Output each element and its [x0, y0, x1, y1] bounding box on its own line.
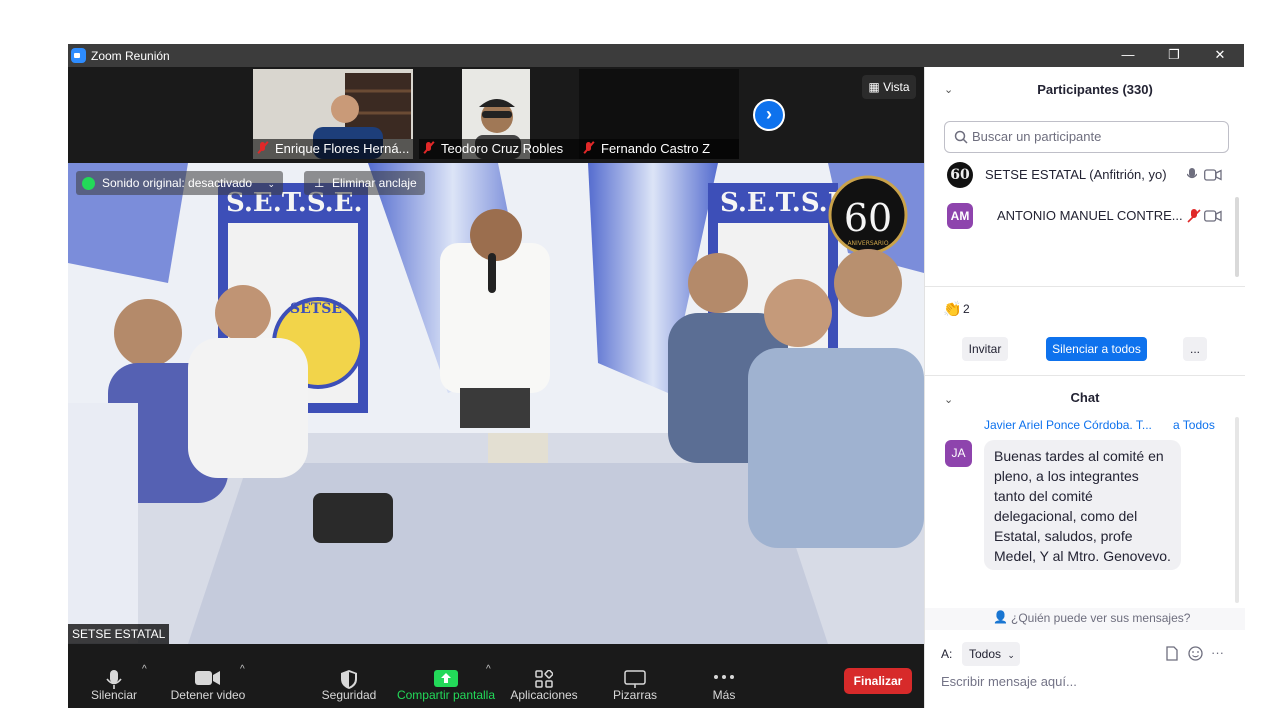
video-camera-icon[interactable]	[1204, 210, 1222, 222]
ellipsis-icon	[714, 675, 734, 679]
participant-name: Teodoro Cruz Robles	[441, 141, 564, 156]
stop-video-button[interactable]: Detener video	[166, 664, 250, 708]
next-page-button[interactable]: ›	[753, 99, 785, 131]
chevron-down-icon: ⌄	[1007, 650, 1015, 660]
zoom-window: Zoom Reunión — ❐ ✕ Enrique Flores Herná.…	[68, 44, 1245, 708]
meeting-stage: Enrique Flores Herná... Teodoro Cruz Rob…	[68, 67, 924, 664]
search-icon	[954, 130, 968, 144]
mic-muted-icon	[423, 142, 435, 154]
microphone-icon[interactable]	[1187, 168, 1197, 182]
participants-scrollbar[interactable]	[1235, 197, 1239, 277]
view-button[interactable]: ▦ Vista	[862, 75, 916, 99]
share-options-caret[interactable]: ^	[486, 664, 491, 675]
participant-name: SETSE ESTATAL (Anfitrión, yo)	[985, 167, 1167, 182]
side-panel: ⌄ Participantes (330) Buscar un particip…	[924, 67, 1245, 708]
participant-name: Enrique Flores Herná...	[275, 141, 410, 156]
mute-button[interactable]: Silenciar	[82, 664, 146, 708]
zoom-app-icon	[71, 48, 86, 63]
mute-all-button[interactable]: Silenciar a todos	[1046, 337, 1147, 361]
close-button[interactable]: ✕	[1197, 44, 1243, 67]
chevron-down-icon: ⌄	[267, 179, 275, 189]
participant-thumbnail[interactable]: Teodoro Cruz Robles	[419, 69, 579, 159]
video-camera-icon[interactable]	[1204, 169, 1222, 181]
chat-message-input[interactable]: Escribir mensaje aquí...	[941, 674, 1077, 689]
emoji-icon[interactable]	[1188, 646, 1203, 661]
meeting-toolbar: Silenciar ^ Detener video ^ Seguridad Co…	[68, 664, 924, 708]
participant-thumbnail[interactable]: Fernando Castro Z	[579, 69, 739, 159]
share-screen-button[interactable]: Compartir pantalla	[394, 664, 498, 708]
chat-sender[interactable]: Javier Ariel Ponce Córdoba. T...	[984, 418, 1152, 432]
shield-icon	[341, 670, 357, 689]
speaker-video-scene: S.E.T.S.E. SETSE S.E.T.S.E 60 ANIVERSARI…	[68, 163, 924, 644]
recipient-prefix: A:	[941, 647, 953, 661]
participant-row[interactable]: 60 SETSE ESTATAL (Anfitrión, yo)	[945, 160, 1235, 190]
mic-muted-icon[interactable]	[1187, 209, 1201, 223]
anniversary-badge: 60	[844, 196, 892, 240]
avatar: AM	[947, 203, 973, 229]
unpin-button[interactable]: ⊥ Eliminar anclaje	[304, 171, 425, 195]
share-screen-icon	[434, 670, 458, 687]
mute-options-caret[interactable]: ^	[142, 664, 147, 675]
more-button[interactable]: Más	[696, 664, 752, 708]
participants-title: Participantes (330)	[1037, 82, 1153, 97]
invite-button[interactable]: Invitar	[962, 337, 1008, 361]
file-icon[interactable]	[1166, 646, 1178, 661]
participants-more-button[interactable]: ...	[1183, 337, 1207, 361]
chat-scrollbar[interactable]	[1235, 417, 1239, 603]
chat-more-icon[interactable]: ···	[1211, 645, 1224, 660]
end-meeting-button[interactable]: Finalizar	[844, 668, 912, 694]
speaker-name-label: SETSE ESTATAL	[68, 624, 170, 644]
participant-name: Fernando Castro Z	[601, 141, 711, 156]
anniversary-caption: ANIVERSARIO	[847, 240, 888, 247]
maximize-button[interactable]: ❐	[1151, 44, 1197, 67]
message-visibility-link[interactable]: ¿Quién puede ver sus mensajes?	[1011, 611, 1190, 625]
participant-search-input[interactable]: Buscar un participante	[944, 121, 1229, 153]
main-video: S.E.T.S.E. SETSE S.E.T.S.E 60 ANIVERSARI…	[68, 163, 924, 644]
video-options-caret[interactable]: ^	[240, 664, 245, 675]
apps-button[interactable]: Aplicaciones	[506, 664, 582, 708]
minimize-button[interactable]: —	[1105, 44, 1151, 67]
chat-title: Chat	[1070, 390, 1100, 405]
stage-bottom-strip	[68, 644, 924, 664]
participant-name: ANTONIO MANUEL CONTRE...	[997, 208, 1183, 223]
security-button[interactable]: Seguridad	[314, 664, 384, 708]
clapping-hands-icon: 👏	[943, 301, 962, 318]
grid-icon: ▦	[868, 80, 884, 94]
thumbnail-strip: Enrique Flores Herná... Teodoro Cruz Rob…	[68, 67, 924, 163]
avatar: 60	[947, 162, 973, 188]
chevron-right-icon: ›	[766, 104, 772, 124]
whiteboards-button[interactable]: Pizarras	[602, 664, 668, 708]
participant-thumbnail[interactable]: Enrique Flores Herná...	[253, 69, 413, 159]
reaction-count: 2	[963, 302, 970, 316]
video-camera-icon	[195, 671, 220, 685]
chat-recipient-label: a Todos	[1173, 418, 1215, 432]
banner-seal-text: SETSE	[290, 301, 342, 317]
recipient-select[interactable]: Todos ⌄	[962, 642, 1020, 666]
whiteboard-icon	[624, 670, 646, 688]
avatar: JA	[945, 440, 972, 467]
shield-check-icon	[82, 177, 95, 190]
window-title: Zoom Reunión	[91, 49, 170, 63]
title-bar: Zoom Reunión — ❐ ✕	[68, 44, 1244, 67]
audio-status-chip[interactable]: Sonido original: desactivado ⌄	[76, 171, 283, 195]
apps-icon	[535, 670, 553, 688]
mic-muted-icon	[583, 142, 595, 154]
pin-icon: ⊥	[314, 176, 325, 190]
microphone-icon	[106, 670, 122, 689]
chat-message: Buenas tardes al comité en pleno, a los …	[984, 440, 1181, 570]
banner-right-title: S.E.T.S.E	[720, 188, 848, 218]
mic-muted-icon	[257, 142, 269, 154]
people-icon: 👤	[993, 610, 1008, 624]
participant-row[interactable]: AM ANTONIO MANUEL CONTRE...	[945, 201, 1235, 231]
